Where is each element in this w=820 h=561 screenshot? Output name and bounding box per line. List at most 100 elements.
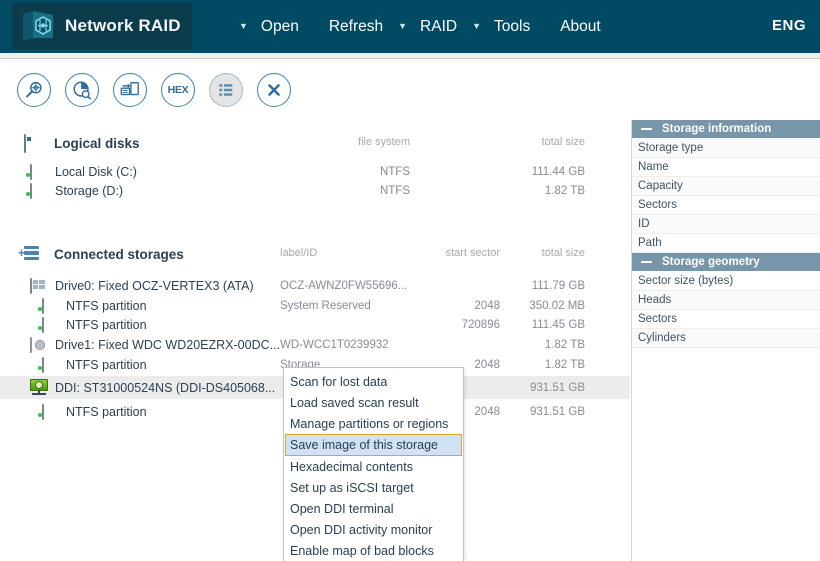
- property-row: ID: [632, 215, 820, 234]
- partition-icon: [42, 316, 60, 333]
- context-menu-item-set-up-as-iscsi-target[interactable]: Set up as iSCSI target: [284, 477, 463, 498]
- app-title: Network RAID: [65, 16, 181, 35]
- minus-icon[interactable]: [641, 128, 652, 130]
- table-row[interactable]: Drive1: Fixed WDC WD20EZRX-00DC... WD-WC…: [0, 334, 630, 355]
- grid-disk-icon: [30, 277, 48, 294]
- monitor-icon: [24, 133, 44, 153]
- drive-icon: [30, 163, 48, 180]
- magnifier-scan-button[interactable]: [17, 73, 51, 107]
- hex-view-button[interactable]: HEX: [161, 73, 195, 107]
- logical-disks-section-header: Logical disks file system total size: [0, 128, 630, 158]
- menu-item-tools[interactable]: Tools: [486, 14, 538, 40]
- list-item[interactable]: Storage (D:) NTFS 1.82 TB: [0, 181, 630, 200]
- header-underbar: [0, 53, 820, 59]
- connected-storages-section-header: Connected storages label/ID start sector…: [0, 239, 630, 269]
- close-button[interactable]: [257, 73, 291, 107]
- context-menu-item-enable-map-of-bad-blocks[interactable]: Enable map of bad blocks: [284, 540, 463, 561]
- storage-context-menu: Scan for lost data Load saved scan resul…: [283, 367, 464, 561]
- network-raid-hexagon-logo-icon: [20, 8, 56, 44]
- language-selector[interactable]: ENG: [772, 17, 806, 34]
- storage-name: Drive1: Fixed WDC WD20EZRX-00DC...: [55, 337, 281, 352]
- open-caret-icon[interactable]: ▼: [239, 22, 248, 31]
- application-window: Network RAID ▼ Open Refresh ▼ RAID ▼ Too…: [0, 0, 820, 561]
- column-header-file-system: file system: [358, 136, 410, 148]
- logical-disk-file-system: NTFS: [379, 184, 410, 197]
- storage-name: DDI: ST31000524NS (DDI-DS405068...: [55, 380, 276, 395]
- property-row: Sectors: [632, 310, 820, 329]
- context-menu-item-open-ddi-activity-monitor[interactable]: Open DDI activity monitor: [284, 519, 463, 540]
- tools-caret-icon[interactable]: ▼: [472, 22, 481, 31]
- logical-disk-name: Storage (D:): [55, 183, 124, 198]
- property-row: Storage type: [632, 139, 820, 158]
- storage-stack-icon: [24, 245, 44, 263]
- save-image-button[interactable]: [113, 73, 147, 107]
- storage-label-id: OCZ-AWNZ0FW55696...: [280, 279, 408, 292]
- partition-total-size: 350.02 MB: [529, 299, 585, 312]
- storage-label-id: WD-WCC1T0239932: [280, 338, 389, 351]
- logical-disk-total-size: 111.44 GB: [531, 165, 585, 178]
- context-menu-item-save-image-of-this-storage[interactable]: Save image of this storage: [285, 434, 462, 456]
- partition-label-id: System Reserved: [280, 299, 371, 312]
- context-menu-item-scan-for-lost-data[interactable]: Scan for lost data: [284, 371, 463, 392]
- storage-total-size: 931.51 GB: [530, 381, 585, 394]
- partition-total-size: 1.82 TB: [544, 358, 585, 371]
- storage-total-size: 1.82 TB: [544, 338, 585, 351]
- list-view-icon: [219, 84, 233, 96]
- partition-name: NTFS partition: [66, 357, 147, 372]
- drive-icon: [30, 182, 48, 199]
- minus-icon[interactable]: [641, 261, 652, 263]
- logical-disks-title: Logical disks: [54, 135, 140, 151]
- context-menu-item-hexadecimal-contents[interactable]: Hexadecimal contents: [284, 456, 463, 477]
- logical-disk-name: Local Disk (C:): [55, 164, 137, 179]
- list-item[interactable]: Local Disk (C:) NTFS 111.44 GB: [0, 162, 630, 181]
- table-row[interactable]: Drive0: Fixed OCZ-VERTEX3 (ATA) OCZ-AWNZ…: [0, 275, 630, 296]
- column-header-total-size: total size: [541, 136, 585, 148]
- app-logo: Network RAID: [12, 3, 192, 49]
- column-header-label-id: label/ID: [280, 247, 318, 259]
- panel-header-storage-information[interactable]: Storage information: [632, 120, 820, 139]
- storage-name: Drive0: Fixed OCZ-VERTEX3 (ATA): [55, 278, 254, 293]
- panel-title: Storage information: [662, 123, 772, 135]
- raid-caret-icon[interactable]: ▼: [398, 22, 407, 31]
- storage-total-size: 111.79 GB: [531, 279, 585, 292]
- close-x-icon: [268, 84, 280, 96]
- partition-total-size: 931.51 GB: [530, 405, 585, 418]
- table-row[interactable]: NTFS partition 720896 111.45 GB: [0, 315, 630, 334]
- menu-item-raid[interactable]: RAID: [412, 14, 465, 40]
- context-menu-item-manage-partitions-or-regions[interactable]: Manage partitions or regions: [284, 413, 463, 434]
- logical-disk-total-size: 1.82 TB: [544, 184, 585, 197]
- context-menu-item-load-saved-scan-result[interactable]: Load saved scan result: [284, 392, 463, 413]
- menu-item-about[interactable]: About: [552, 14, 609, 40]
- property-row: Sectors: [632, 196, 820, 215]
- partition-icon: [42, 297, 60, 314]
- pie-chart-search-icon: [73, 81, 92, 100]
- logical-disk-file-system: NTFS: [379, 165, 410, 178]
- partition-icon: [42, 403, 60, 420]
- context-menu-item-open-ddi-terminal[interactable]: Open DDI terminal: [284, 498, 463, 519]
- analyze-capacity-button[interactable]: [65, 73, 99, 107]
- property-row: Capacity: [632, 177, 820, 196]
- ddi-network-icon: [30, 379, 48, 395]
- main-toolbar: HEX: [0, 60, 820, 120]
- property-row: Heads: [632, 291, 820, 310]
- partition-icon: [42, 356, 60, 373]
- list-view-button[interactable]: [209, 73, 243, 107]
- panel-header-storage-geometry[interactable]: Storage geometry: [632, 253, 820, 272]
- panel-title: Storage geometry: [662, 256, 760, 268]
- connected-storages-title: Connected storages: [54, 246, 184, 262]
- platter-disk-icon: [30, 336, 48, 353]
- property-row: Path: [632, 234, 820, 253]
- table-row[interactable]: NTFS partition System Reserved 2048 350.…: [0, 296, 630, 315]
- menu-item-refresh[interactable]: Refresh: [321, 14, 391, 40]
- partition-total-size: 111.45 GB: [531, 318, 585, 331]
- save-image-icon: [120, 81, 139, 96]
- property-row: Cylinders: [632, 329, 820, 348]
- app-header: Network RAID ▼ Open Refresh ▼ RAID ▼ Too…: [0, 0, 820, 53]
- property-row: Sector size (bytes): [632, 272, 820, 291]
- main-menu: ▼ Open Refresh ▼ RAID ▼ Tools About: [232, 0, 609, 53]
- properties-sidebar: Storage information Storage type Name Ca…: [631, 120, 820, 561]
- column-header-total-size-2: total size: [541, 247, 585, 259]
- partition-name: NTFS partition: [66, 298, 147, 313]
- partition-name: NTFS partition: [66, 317, 147, 332]
- menu-item-open[interactable]: Open: [253, 14, 307, 40]
